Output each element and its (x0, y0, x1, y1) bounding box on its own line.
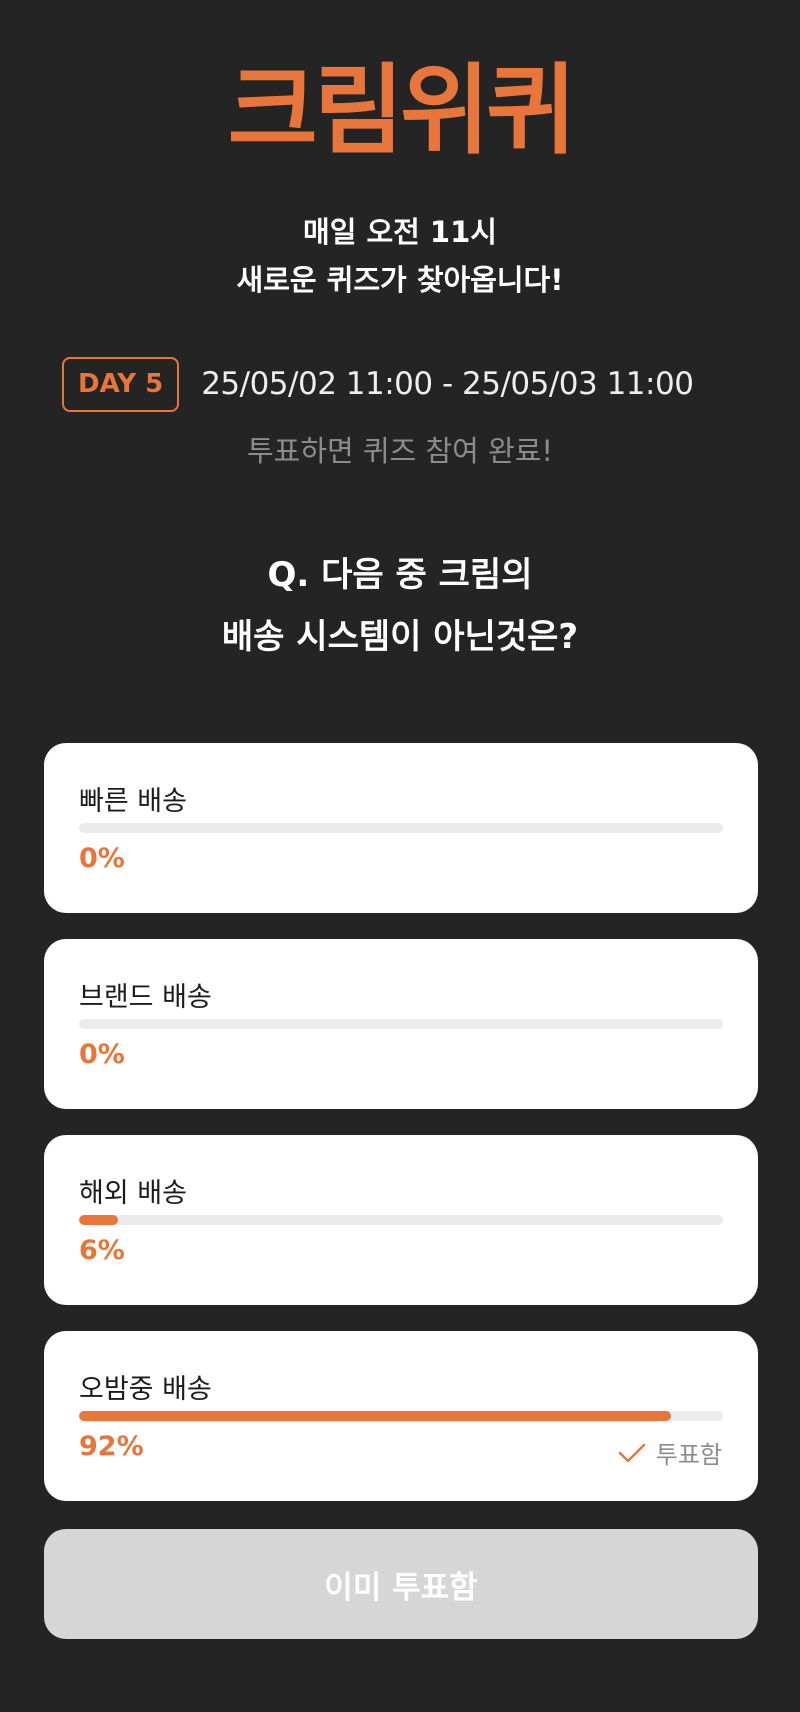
voted-indicator: 투표함 (618, 1435, 722, 1470)
option-label: 빠른 배송 (79, 786, 187, 817)
option-percent: 0% (79, 1039, 125, 1070)
option-percent: 92% (79, 1431, 144, 1462)
check-icon (618, 1443, 645, 1462)
result-bar-track (79, 1019, 723, 1029)
answer-option[interactable]: 빠른 배송 0% (44, 743, 758, 913)
option-label: 브랜드 배송 (79, 982, 212, 1013)
logo-text: 크림위퀴 (227, 54, 577, 168)
day-badge: DAY 5 (62, 356, 180, 412)
option-label: 해외 배송 (79, 1178, 187, 1209)
result-bar-fill (79, 1215, 118, 1225)
already-voted-button[interactable]: 이미 투표함 (44, 1529, 758, 1639)
result-bar-fill (79, 1411, 672, 1421)
result-bar-track (79, 823, 723, 833)
answer-option[interactable]: 해외 배송 6% (44, 1135, 758, 1305)
question-line-1: Q. 다음 중 크림의 (267, 555, 533, 595)
result-bar-track (79, 1215, 723, 1225)
answer-options: 빠른 배송 0% 브랜드 배송 0% 해외 배송 6% 오밤중 배송 92% 투… (44, 743, 758, 1527)
option-percent: 0% (79, 843, 125, 874)
result-bar-track (79, 1411, 723, 1421)
question-line-2: 배송 시스템이 아닌것은? (221, 617, 579, 657)
schedule-row: DAY 5 25/05/02 11:00 - 25/05/03 11:00 (62, 356, 694, 412)
answer-option-selected[interactable]: 오밤중 배송 92% 투표함 (44, 1331, 758, 1501)
logo: 크림위퀴 (0, 52, 800, 170)
quiz-page: 크림위퀴 매일 오전 11시 새로운 퀴즈가 찾아옵니다! DAY 5 25/0… (0, 0, 800, 1712)
tagline-line-1: 매일 오전 11시 (303, 215, 497, 249)
answer-option[interactable]: 브랜드 배송 0% (44, 939, 758, 1109)
voted-label: 투표함 (655, 1441, 722, 1469)
tagline-line-2: 새로운 퀴즈가 찾아옵니다! (236, 263, 564, 297)
question: Q. 다음 중 크림의 배송 시스템이 아닌것은? (0, 544, 800, 668)
participation-note: 투표하면 퀴즈 참여 완료! (246, 434, 554, 468)
option-label: 오밤중 배송 (79, 1374, 212, 1405)
tagline: 매일 오전 11시 새로운 퀴즈가 찾아옵니다! (0, 208, 800, 304)
option-percent: 6% (79, 1235, 125, 1266)
quiz-period: 25/05/02 11:00 - 25/05/03 11:00 (201, 366, 694, 402)
